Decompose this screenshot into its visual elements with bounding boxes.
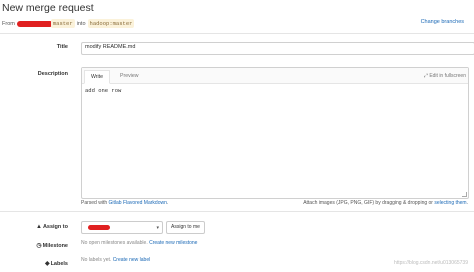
labels-label: ◆Labels (44, 261, 68, 267)
create-milestone-link[interactable]: Create new milestone (149, 240, 197, 246)
source-branch: master (50, 19, 75, 28)
markdown-link[interactable]: Gitlab Flavored Markdown (109, 200, 167, 206)
markdown-note: Parsed with Gitlab Flavored Markdown. (81, 200, 169, 206)
tag-icon: ◆ (44, 261, 50, 267)
assign-to-me-button[interactable]: Assign to me (166, 221, 205, 234)
chevron-down-icon: ▾ (156, 225, 159, 231)
watermark: https://blog.csdn.net/u013065739 (394, 260, 468, 266)
change-branches-link[interactable]: Change branches (421, 19, 464, 25)
description-textarea[interactable]: add one row (85, 87, 121, 94)
divider (0, 33, 474, 34)
redacted-assignee (88, 225, 110, 230)
page-title: New merge request (2, 2, 94, 14)
attach-note: Attach images (JPG, PNG, GIF) by draggin… (303, 200, 468, 206)
selecting-them-link[interactable]: selecting them (434, 200, 466, 206)
clock-icon: ◷ (36, 243, 42, 249)
assign-label: ▲Assign to (35, 224, 68, 230)
branch-info: From master into hadoop:master (2, 19, 135, 28)
resize-handle[interactable] (462, 192, 467, 197)
description-editor: Write Preview ⤢ Edit in fullscreen add o… (81, 67, 469, 199)
tab-write[interactable]: Write (84, 70, 111, 84)
milestone-none: No open milestones available. Create new… (81, 240, 198, 246)
fullscreen-icon: ⤢ (423, 73, 428, 79)
description-label: Description (37, 71, 68, 77)
from-prefix: From (2, 20, 15, 27)
into-text: into (76, 20, 86, 27)
editor-tabs: Write Preview ⤢ Edit in fullscreen (82, 68, 468, 84)
milestone-label: ◷Milestone (36, 243, 68, 249)
edit-fullscreen-button[interactable]: ⤢ Edit in fullscreen (424, 73, 466, 79)
title-input[interactable]: modify README.md (81, 42, 474, 55)
title-label: Title (56, 44, 68, 50)
redacted-source-namespace (16, 20, 53, 27)
tab-preview[interactable]: Preview (114, 70, 144, 82)
target-branch: hadoop:master (87, 19, 135, 28)
labels-none: No labels yet. Create new label (81, 257, 151, 263)
user-icon: ▲ (35, 224, 42, 230)
create-label-link[interactable]: Create new label (113, 257, 151, 263)
divider (0, 211, 474, 212)
assignee-select[interactable]: ▾ (81, 221, 163, 234)
